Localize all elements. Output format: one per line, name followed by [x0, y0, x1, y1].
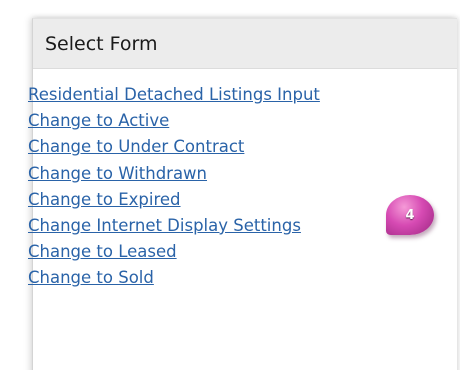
list-item: Change to Under Contract: [28, 134, 320, 160]
list-item: Change to Leased: [28, 239, 320, 265]
change-to-under-contract-link[interactable]: Change to Under Contract: [28, 137, 244, 156]
change-to-active-link[interactable]: Change to Active: [28, 111, 169, 130]
list-item: Change Internet Display Settings: [28, 213, 320, 239]
list-item: Change to Sold: [28, 265, 320, 291]
panel-title: Select Form: [45, 32, 158, 55]
list-item: Change to Withdrawn: [28, 161, 320, 187]
change-internet-display-settings-link[interactable]: Change Internet Display Settings: [28, 216, 301, 235]
change-to-sold-link[interactable]: Change to Sold: [28, 268, 154, 287]
screen: Select Form Residential Detached Listing…: [0, 0, 460, 370]
change-to-leased-link[interactable]: Change to Leased: [28, 242, 177, 261]
step-callout-badge: 4: [386, 195, 434, 235]
panel-header: Select Form: [33, 19, 457, 69]
change-to-withdrawn-link[interactable]: Change to Withdrawn: [28, 164, 207, 183]
list-item: Residential Detached Listings Input: [28, 82, 320, 108]
step-callout-number: 4: [405, 207, 415, 223]
change-to-expired-link[interactable]: Change to Expired: [28, 190, 181, 209]
form-link-list: Residential Detached Listings Input Chan…: [28, 82, 320, 292]
list-item: Change to Expired: [28, 187, 320, 213]
list-item: Change to Active: [28, 108, 320, 134]
residential-detached-listings-input-link[interactable]: Residential Detached Listings Input: [28, 85, 320, 104]
